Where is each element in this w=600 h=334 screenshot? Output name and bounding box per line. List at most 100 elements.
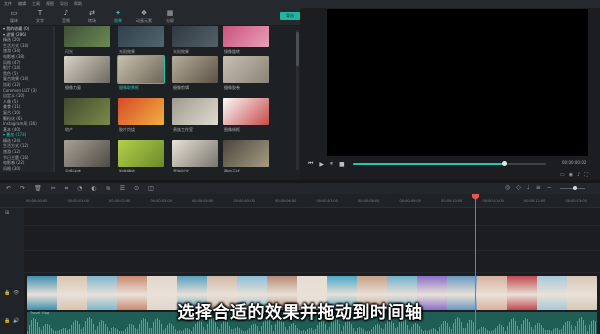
waveform-bar xyxy=(441,323,442,334)
menu-item[interactable]: 文件 xyxy=(4,1,12,7)
crop-icon[interactable]: ⌗ xyxy=(65,185,68,193)
ruler-tick-label: 00:00:00:00 xyxy=(26,199,48,203)
effect-thumbnail[interactable] xyxy=(223,56,269,83)
waveform-bar xyxy=(207,323,208,334)
waveform-bar xyxy=(409,329,410,334)
effect-label: 黑暗科学 xyxy=(173,169,189,172)
effect-thumbnail[interactable] xyxy=(64,98,110,125)
cut-icon[interactable]: ✂ xyxy=(51,185,56,192)
effect-thumbnail[interactable] xyxy=(118,98,164,125)
toolbar-tab[interactable]: ▦ 分屏 xyxy=(162,7,178,24)
effect-thumbnail[interactable] xyxy=(118,26,164,47)
menu-item[interactable]: 工具 xyxy=(32,1,40,7)
effect-thumbnail[interactable] xyxy=(172,56,218,83)
sidebar-item[interactable]: 风格 (30) xyxy=(0,166,55,172)
waveform-bar xyxy=(465,328,466,334)
waveform-bar xyxy=(395,328,396,334)
waveform-bar xyxy=(517,325,518,334)
lane-divider xyxy=(24,225,600,226)
mix-icon[interactable]: ≡ xyxy=(536,184,541,191)
effect-thumbnail[interactable] xyxy=(64,140,110,167)
effect-thumbnail[interactable] xyxy=(172,140,218,167)
redo-icon[interactable]: ↷ xyxy=(20,185,25,192)
speed-icon[interactable]: ◔ xyxy=(77,185,82,192)
waveform-bar xyxy=(217,327,218,334)
waveform-bar xyxy=(185,328,186,334)
adjust-icon[interactable]: ☰ xyxy=(120,185,125,192)
mic-icon[interactable]: ♩ xyxy=(527,184,530,191)
marker-icon[interactable]: ◇ xyxy=(516,184,521,191)
snapshot-icon[interactable]: ◫ xyxy=(148,185,154,192)
toolbar-tab[interactable]: ▭ 媒体 xyxy=(6,7,22,24)
waveform-bar xyxy=(303,330,304,334)
render-icon[interactable]: ◎ xyxy=(505,184,510,191)
undo-icon[interactable]: ↶ xyxy=(6,185,11,192)
waveform-bar xyxy=(411,327,412,334)
menu-item[interactable]: 视图 xyxy=(46,1,54,7)
toolbar-tab[interactable]: ♪ 音频 xyxy=(58,7,74,24)
monitor-icon[interactable]: ▭ xyxy=(560,172,565,178)
play-icon[interactable]: ▶ xyxy=(319,161,324,168)
timeline-ruler[interactable] xyxy=(0,194,600,208)
waveform-bar xyxy=(339,324,340,334)
elements-icon: ❖ xyxy=(140,9,148,17)
waveform-bar xyxy=(399,321,400,334)
waveform-bar xyxy=(65,327,66,334)
zoom-out-icon[interactable]: − xyxy=(547,184,552,191)
toolbar-tab[interactable]: T 文字 xyxy=(32,7,48,24)
menu-item[interactable]: 编辑 xyxy=(18,1,26,7)
record-icon[interactable]: ⊙ xyxy=(134,185,139,192)
waveform-bar xyxy=(379,325,380,334)
waveform-bar xyxy=(519,330,520,334)
effect-thumbnail[interactable] xyxy=(117,55,165,84)
playback-progress-knob[interactable] xyxy=(501,161,507,166)
waveform-bar xyxy=(537,323,538,334)
camera-icon[interactable]: ◉ xyxy=(569,172,573,178)
stop-icon[interactable]: ■ xyxy=(339,161,345,168)
toolbar-tab[interactable]: ❖ 动画元素 xyxy=(136,7,152,24)
sidebar-scrollbar[interactable] xyxy=(53,26,55,172)
effect-thumbnail[interactable] xyxy=(172,98,218,125)
effect-thumbnail[interactable] xyxy=(223,98,269,125)
tutorial-subtitle: 选择合适的效果并拖动到时间轴 xyxy=(177,303,423,323)
fullscreen-icon[interactable]: ⛶ xyxy=(584,172,588,178)
add-track-icon[interactable]: ⊞ xyxy=(5,210,9,216)
waveform-bar xyxy=(553,329,554,334)
toolbar-tab[interactable]: ⇄ 转场 xyxy=(84,7,100,24)
effect-label: 显像迷底 xyxy=(65,169,81,172)
waveform-bar xyxy=(79,323,80,334)
color-icon[interactable]: ◐ xyxy=(91,185,96,192)
effects-icon: ✦ xyxy=(115,9,121,17)
waveform-bar xyxy=(439,327,440,334)
audio-icon[interactable]: ≋ xyxy=(106,185,111,192)
ruler-tick-label: 00:00:02:00 xyxy=(109,199,131,203)
export-button[interactable]: 导出 xyxy=(280,12,300,20)
waveform-bar xyxy=(563,325,564,334)
volume-icon[interactable]: ♪ xyxy=(577,172,580,178)
waveform-bar xyxy=(37,321,38,334)
delete-icon[interactable]: 🗑 xyxy=(34,185,42,192)
effect-thumbnail[interactable] xyxy=(64,26,110,47)
grid-scrollbar-thumb[interactable] xyxy=(296,32,299,66)
menu-item[interactable]: 导出 xyxy=(60,1,68,7)
toolbar-tab[interactable]: ✦ 效果 xyxy=(110,7,126,24)
waveform-bar xyxy=(67,329,68,334)
waveform-bar xyxy=(357,328,358,334)
waveform-bar xyxy=(289,325,290,334)
ruler-tick-label: 00:00:10:00 xyxy=(441,199,463,203)
waveform-bar xyxy=(571,324,572,334)
effect-thumbnail[interactable] xyxy=(64,56,110,83)
effect-thumbnail[interactable] xyxy=(223,140,269,167)
lock-icon[interactable]: 🔒 xyxy=(4,290,10,296)
pause-icon[interactable]: ⏸ xyxy=(330,160,333,168)
step-back-icon[interactable]: ⏮ xyxy=(308,160,313,168)
eye-icon[interactable]: 👁 xyxy=(13,290,19,296)
waveform-bar xyxy=(219,328,220,334)
effect-thumbnail[interactable] xyxy=(172,26,218,47)
effect-thumbnail[interactable] xyxy=(118,140,164,167)
effect-thumbnail[interactable] xyxy=(223,26,269,47)
zoom-slider-knob[interactable] xyxy=(573,186,577,190)
waveform-bar xyxy=(507,326,508,334)
menu-item[interactable]: 帮助 xyxy=(74,1,82,7)
waveform-bar xyxy=(541,324,542,334)
